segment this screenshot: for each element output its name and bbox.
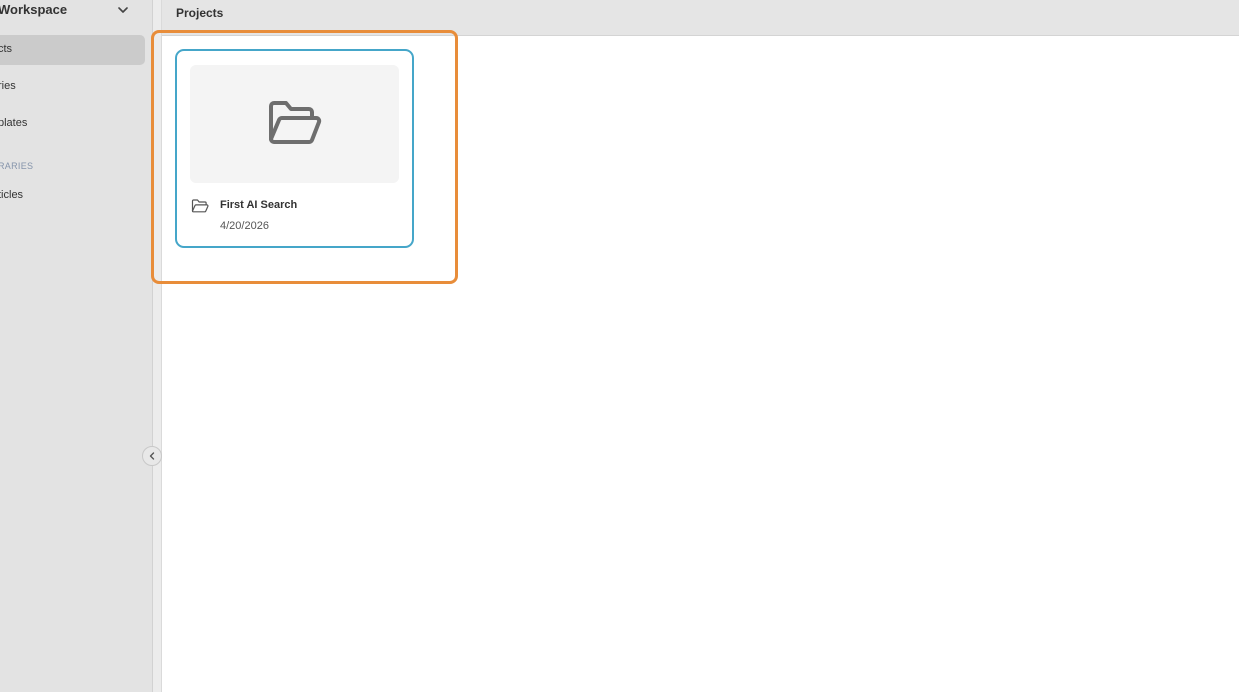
project-name: First AI Search bbox=[220, 199, 298, 211]
sidebar: Workspace cts ries plates RARIES ticles bbox=[0, 0, 153, 692]
project-date: 4/20/2026 bbox=[220, 220, 269, 232]
sidebar-item-label: cts bbox=[0, 43, 13, 55]
sidebar-item-label: ticles bbox=[0, 189, 24, 201]
project-thumbnail bbox=[190, 65, 399, 183]
chevron-down-icon bbox=[118, 7, 128, 13]
app-root: Workspace cts ries plates RARIES ticles … bbox=[0, 0, 1239, 692]
sidebar-item-label: plates bbox=[0, 117, 28, 129]
sidebar-item-articles[interactable]: ticles bbox=[0, 181, 145, 211]
project-card[interactable]: First AI Search 4/20/2026 bbox=[175, 49, 414, 248]
section-label-libraries: RARIES bbox=[0, 161, 34, 171]
main-header: Projects bbox=[162, 0, 1239, 36]
sidebar-item-label: ries bbox=[0, 80, 16, 92]
workspace-name: Workspace bbox=[0, 2, 68, 17]
sidebar-item-libraries[interactable]: ries bbox=[0, 72, 145, 102]
sidebar-item-projects[interactable]: cts bbox=[0, 35, 145, 65]
page-title: Projects bbox=[176, 6, 224, 20]
collapse-sidebar-button[interactable] bbox=[142, 446, 162, 466]
chevron-left-icon bbox=[149, 452, 155, 460]
folder-open-icon bbox=[268, 101, 321, 144]
folder-icon bbox=[191, 199, 209, 213]
sidebar-item-templates[interactable]: plates bbox=[0, 109, 145, 139]
sidebar-gutter bbox=[153, 0, 162, 692]
workspace-switcher[interactable]: Workspace bbox=[0, 0, 153, 20]
